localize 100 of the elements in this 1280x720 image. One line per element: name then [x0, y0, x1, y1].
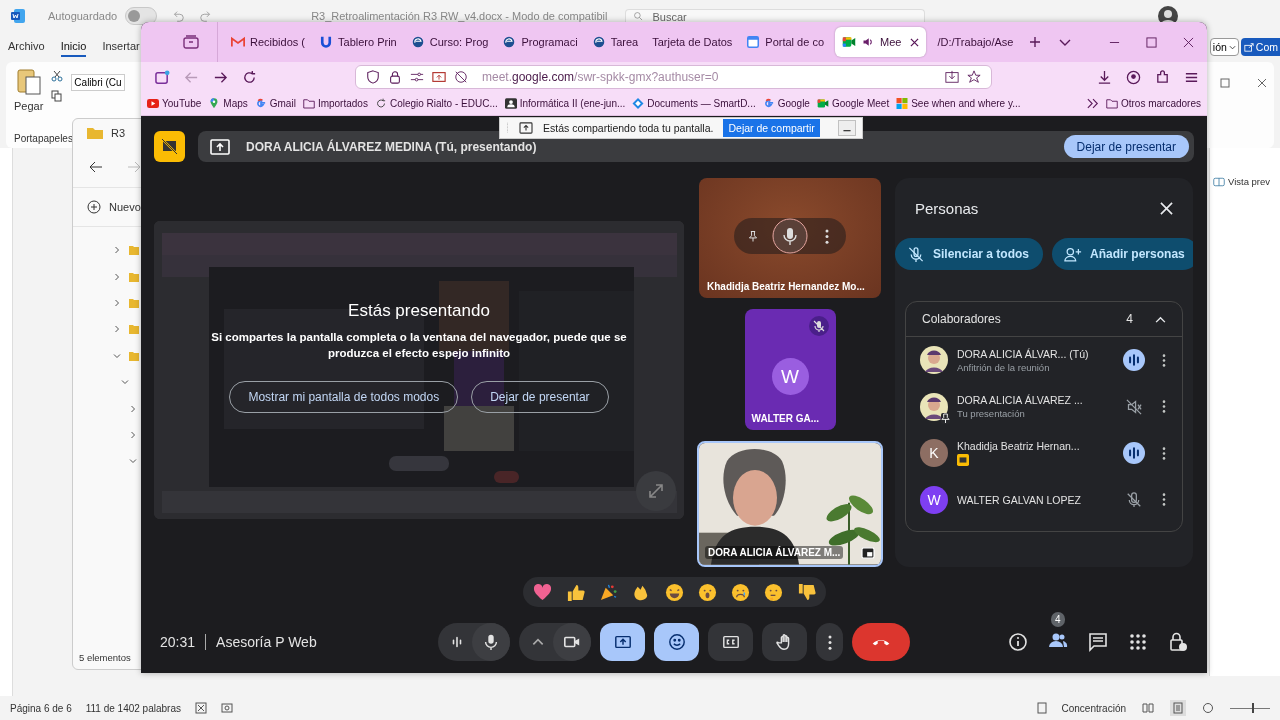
thinking-face-icon[interactable] — [763, 582, 783, 602]
screen-share-icon[interactable] — [432, 70, 446, 84]
microphone-icon[interactable] — [772, 218, 808, 254]
expand-icon[interactable] — [636, 471, 676, 511]
bookmark[interactable]: Google Meet — [816, 98, 890, 109]
bookmark[interactable]: Maps — [208, 98, 248, 109]
menu-tab[interactable]: Inicio — [60, 37, 87, 57]
close-icon[interactable] — [910, 37, 920, 47]
section-header[interactable]: Colaboradores 4 — [906, 302, 1182, 337]
close-icon[interactable] — [1183, 36, 1194, 48]
comments-button[interactable]: Com — [1240, 38, 1280, 56]
menu-tab[interactable]: Archivo — [8, 37, 45, 57]
bookmark[interactable]: Google — [762, 98, 810, 109]
more-options-icon[interactable] — [1162, 446, 1166, 460]
bookmark[interactable]: Informática II (ene-jun... — [504, 98, 626, 109]
install-app-icon[interactable] — [945, 70, 959, 84]
stop-sharing-button[interactable]: Dejar de compartir — [723, 119, 820, 137]
maximize-icon[interactable] — [1220, 78, 1231, 88]
picture-in-picture-icon[interactable] — [861, 547, 875, 559]
browser-tab[interactable]: Tarjeta de Datos — [645, 27, 740, 57]
pin-icon[interactable] — [748, 228, 758, 244]
reload-icon[interactable] — [242, 69, 257, 85]
scissors-icon[interactable] — [51, 70, 64, 82]
chat-icon[interactable] — [1088, 632, 1108, 652]
bookmark[interactable]: Importados — [302, 98, 368, 109]
paste-label[interactable]: Pegar — [14, 100, 44, 112]
host-controls-icon[interactable] — [1168, 632, 1188, 652]
tile-controls[interactable] — [734, 218, 846, 254]
lock-icon[interactable] — [388, 70, 402, 84]
more-options-icon[interactable] — [1162, 400, 1166, 414]
back-arrow-icon[interactable] — [89, 161, 103, 173]
apps-grid-icon[interactable] — [1128, 632, 1148, 652]
extensions-icon[interactable] — [1155, 69, 1170, 85]
minimize-icon[interactable] — [838, 120, 856, 136]
word-count[interactable]: 111 de 1402 palabras — [85, 702, 181, 714]
address-bar[interactable]: meet.google.com/swr-spkk-gmx?authuser=0 — [355, 65, 992, 89]
participant-tile[interactable]: W WALTER GA... — [744, 308, 836, 431]
double-chevron-icon[interactable] — [1086, 98, 1099, 109]
surprised-face-icon[interactable] — [697, 582, 717, 602]
autosave-toggle[interactable] — [125, 7, 158, 25]
camera-button[interactable] — [553, 623, 591, 661]
web-layout-icon[interactable] — [1200, 700, 1216, 716]
bookmark[interactable]: See when and where y... — [896, 98, 1021, 109]
new-button[interactable]: Nuevo — [109, 201, 141, 213]
maximize-icon[interactable] — [1146, 36, 1157, 48]
browser-tab[interactable]: Mee — [835, 27, 927, 57]
font-name-field[interactable]: Calibri (Cu — [71, 74, 125, 91]
page-count[interactable]: Página 6 de 6 — [10, 702, 72, 714]
bookmark[interactable]: Colegio Rialto - EDUC... — [374, 98, 498, 109]
more-options-button[interactable] — [816, 623, 843, 661]
add-people-button[interactable]: Añadir personas — [1052, 238, 1193, 270]
bookmark[interactable]: Gmail — [254, 98, 296, 109]
account-icon[interactable] — [155, 69, 170, 85]
leave-call-button[interactable] — [852, 623, 910, 661]
browser-tab[interactable]: /D:/Trabajo/Ase — [930, 27, 1021, 57]
accessibility-icon[interactable] — [221, 702, 233, 714]
read-mode-icon[interactable] — [1140, 700, 1156, 716]
bookmark[interactable]: Documents — SmartD... — [632, 98, 756, 109]
download-icon[interactable] — [1097, 69, 1112, 85]
browser-tab[interactable]: Curso: Prog — [403, 27, 496, 57]
stop-presenting-button[interactable]: Dejar de presentar — [1063, 135, 1189, 158]
mute-all-button[interactable]: Silenciar a todos — [895, 238, 1044, 270]
profile-icon[interactable] — [1126, 69, 1141, 85]
star-icon[interactable] — [967, 70, 981, 84]
focus-mode-button[interactable]: Concentración — [1061, 702, 1126, 714]
info-icon[interactable] — [1008, 632, 1028, 652]
plus-icon[interactable] — [87, 200, 101, 214]
heart-icon[interactable] — [532, 582, 552, 602]
browser-tab[interactable]: Portal de co — [739, 27, 832, 57]
browser-tab[interactable]: Tarea — [584, 27, 646, 57]
presentation-off-icon[interactable] — [154, 131, 185, 162]
paste-icon[interactable] — [15, 66, 42, 96]
participant-tile[interactable]: Khadidja Beatriz Hernandez Mo... — [699, 178, 881, 298]
url-text[interactable]: meet.google.com/swr-spkk-gmx?authuser=0 — [482, 70, 719, 84]
shield-icon[interactable] — [366, 70, 380, 84]
copy-icon[interactable] — [51, 90, 64, 102]
audio-levels-icon[interactable] — [450, 635, 464, 649]
present-button[interactable] — [600, 623, 645, 661]
camera-off-icon[interactable] — [454, 70, 468, 84]
browser-tab[interactable]: Programaci — [495, 27, 585, 57]
chevron-up-icon[interactable] — [1155, 315, 1166, 323]
more-options-icon[interactable] — [1162, 353, 1166, 367]
permissions-icon[interactable] — [410, 70, 424, 84]
bookmark[interactable]: YouTube — [147, 98, 202, 109]
menu-tab[interactable]: Insertar — [102, 37, 140, 57]
microphone-button[interactable] — [472, 623, 510, 661]
more-options-icon[interactable] — [1162, 493, 1166, 507]
thumbs-up-icon[interactable] — [565, 582, 585, 602]
party-popper-icon[interactable] — [598, 582, 618, 602]
search-field[interactable]: Buscar — [625, 9, 926, 23]
raise-hand-button[interactable] — [762, 623, 807, 661]
new-tab-icon[interactable] — [1029, 36, 1042, 48]
browser-tab[interactable]: Tablero Prin — [312, 27, 404, 57]
browser-tab[interactable]: Recibidos ( — [224, 27, 313, 57]
tab-list-icon[interactable] — [183, 35, 199, 49]
laughing-face-icon[interactable] — [664, 582, 684, 602]
thumbs-down-icon[interactable] — [796, 582, 816, 602]
close-icon[interactable] — [1256, 78, 1267, 88]
preview-label[interactable]: Vista prev — [1228, 176, 1271, 187]
reactions-button[interactable] — [654, 623, 699, 661]
